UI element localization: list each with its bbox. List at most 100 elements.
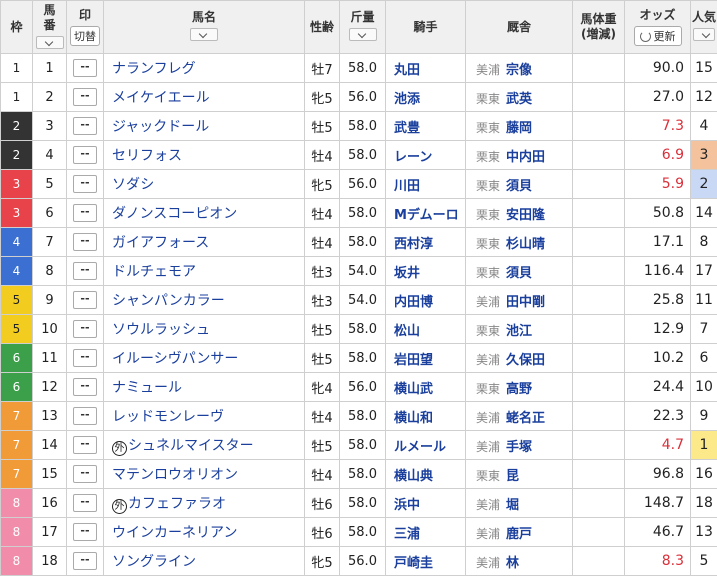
mark-button[interactable]: -- (73, 523, 97, 541)
jockey-name[interactable]: 横山和 (386, 402, 466, 431)
jockey-name[interactable]: 三浦 (386, 518, 466, 547)
header-popularity[interactable]: 人気 (691, 1, 717, 54)
horse-name-cell[interactable]: ナミュール (104, 373, 305, 402)
horse-name-cell[interactable]: シャンパンカラー (104, 286, 305, 315)
trainer-name[interactable]: 藤岡 (506, 121, 532, 136)
mark-button[interactable]: -- (73, 291, 97, 309)
jockey-name[interactable]: 岩田望 (386, 344, 466, 373)
horse-name[interactable]: ナミュール (112, 380, 182, 396)
horse-name-cell[interactable]: セリフォス (104, 141, 305, 170)
trainer-name[interactable]: 須貝 (506, 266, 532, 281)
mark-button[interactable]: -- (73, 552, 97, 570)
horse-name[interactable]: ジャックドール (112, 119, 209, 135)
mark-button[interactable]: -- (73, 59, 97, 77)
trainer-name[interactable]: 蛯名正 (506, 411, 545, 426)
horse-name[interactable]: ソングライン (112, 554, 196, 570)
header-horse[interactable]: 馬名 (104, 1, 305, 54)
mark-button[interactable]: -- (73, 494, 97, 512)
trainer-name[interactable]: 手塚 (506, 440, 532, 455)
trainer-name[interactable]: 久保田 (506, 353, 545, 368)
trainer-name[interactable]: 武英 (506, 92, 532, 107)
mark-button[interactable]: -- (73, 436, 97, 454)
jockey-name[interactable]: 西村淳 (386, 228, 466, 257)
trainer-name[interactable]: 鹿戸 (506, 527, 532, 542)
mark-button[interactable]: -- (73, 146, 97, 164)
jockey-name[interactable]: レーン (386, 141, 466, 170)
horse-name-cell[interactable]: ウインカーネリアン (104, 518, 305, 547)
jockey-name[interactable]: ルメール (386, 431, 466, 460)
mark-button[interactable]: -- (73, 262, 97, 280)
jockey-name[interactable]: 横山武 (386, 373, 466, 402)
jockey-name[interactable]: 丸田 (386, 54, 466, 83)
header-weight[interactable]: 斤量 (340, 1, 386, 54)
horse-name[interactable]: ソウルラッシュ (112, 322, 210, 338)
trainer-name[interactable]: 林 (506, 556, 519, 571)
horse-name-cell[interactable]: ダノンスコーピオン (104, 199, 305, 228)
mark-button[interactable]: -- (73, 117, 97, 135)
horse-name[interactable]: ドルチェモア (112, 264, 196, 280)
trainer-name[interactable]: 昆 (506, 469, 519, 484)
jockey-name[interactable]: 坂井 (386, 257, 466, 286)
horse-name-cell[interactable]: レッドモンレーヴ (104, 402, 305, 431)
horse-name-cell[interactable]: マテンロウオリオン (104, 460, 305, 489)
mark-button[interactable]: -- (73, 233, 97, 251)
trainer-name[interactable]: 堀 (506, 498, 519, 513)
jockey-name[interactable]: Mデムーロ (386, 199, 466, 228)
horse-name[interactable]: セリフォス (112, 148, 182, 164)
trainer-name[interactable]: 高野 (506, 382, 532, 397)
horse-name-cell[interactable]: ナランフレグ (104, 54, 305, 83)
trainer-name[interactable]: 宗像 (506, 63, 532, 78)
chevron-down-icon[interactable] (190, 28, 218, 41)
mark-button[interactable]: -- (73, 320, 97, 338)
jockey-name[interactable]: 戸崎圭 (386, 547, 466, 576)
header-umaban[interactable]: 馬 番 (33, 1, 67, 54)
horse-name[interactable]: メイケイエール (112, 90, 210, 106)
horse-name[interactable]: イルーシヴパンサー (112, 351, 238, 367)
jockey-name[interactable]: 横山典 (386, 460, 466, 489)
chevron-down-icon[interactable] (36, 36, 64, 49)
mark-button[interactable]: -- (73, 407, 97, 425)
jockey-name[interactable]: 内田博 (386, 286, 466, 315)
horse-name[interactable]: ソダシ (112, 177, 154, 193)
jockey-name[interactable]: 松山 (386, 315, 466, 344)
jockey-name[interactable]: 池添 (386, 83, 466, 112)
horse-name[interactable]: レッドモンレーヴ (112, 409, 224, 425)
horse-name-cell[interactable]: ソウルラッシュ (104, 315, 305, 344)
mark-button[interactable]: -- (73, 465, 97, 483)
trainer-name[interactable]: 田中剛 (506, 295, 545, 310)
horse-name-cell[interactable]: ガイアフォース (104, 228, 305, 257)
horse-name-cell[interactable]: メイケイエール (104, 83, 305, 112)
trainer-name[interactable]: 須貝 (506, 179, 532, 194)
trainer-name[interactable]: 安田隆 (506, 208, 545, 223)
horse-name[interactable]: ダノンスコーピオン (112, 206, 237, 222)
horse-name[interactable]: カフェファラオ (128, 496, 226, 512)
horse-name-cell[interactable]: 外シュネルマイスター (104, 431, 305, 460)
trainer-name[interactable]: 杉山晴 (506, 237, 545, 252)
horse-name-cell[interactable]: ソングライン (104, 547, 305, 576)
horse-name-cell[interactable]: ドルチェモア (104, 257, 305, 286)
mark-button[interactable]: -- (73, 88, 97, 106)
horse-name[interactable]: ガイアフォース (112, 235, 209, 251)
horse-name[interactable]: シャンパンカラー (112, 293, 225, 309)
chevron-down-icon[interactable] (349, 28, 377, 41)
jockey-name[interactable]: 川田 (386, 170, 466, 199)
horse-name[interactable]: シュネルマイスター (128, 438, 254, 454)
horse-name-cell[interactable]: 外カフェファラオ (104, 489, 305, 518)
mark-button[interactable]: -- (73, 204, 97, 222)
chevron-down-icon[interactable] (693, 28, 715, 41)
trainer-name[interactable]: 池江 (506, 324, 532, 339)
horse-name[interactable]: ウインカーネリアン (112, 525, 237, 541)
horse-name-cell[interactable]: イルーシヴパンサー (104, 344, 305, 373)
jockey-name[interactable]: 武豊 (386, 112, 466, 141)
refresh-button[interactable]: 更新 (634, 26, 682, 46)
mark-button[interactable]: -- (73, 378, 97, 396)
horse-name[interactable]: ナランフレグ (112, 61, 196, 77)
horse-name[interactable]: マテンロウオリオン (112, 467, 238, 483)
mark-button[interactable]: -- (73, 175, 97, 193)
trainer-name[interactable]: 中内田 (506, 150, 545, 165)
horse-name-cell[interactable]: ソダシ (104, 170, 305, 199)
mark-button[interactable]: -- (73, 349, 97, 367)
jockey-name[interactable]: 浜中 (386, 489, 466, 518)
horse-name-cell[interactable]: ジャックドール (104, 112, 305, 141)
mark-toggle-button[interactable]: 切替 (70, 26, 100, 46)
